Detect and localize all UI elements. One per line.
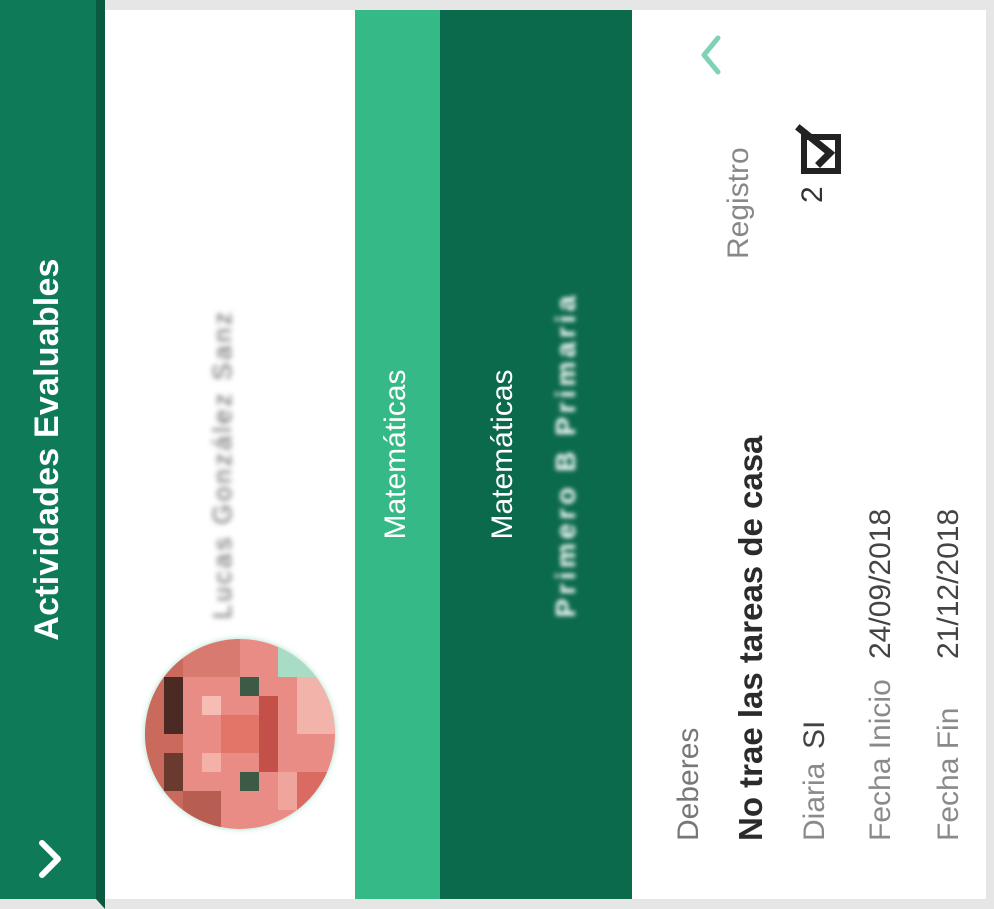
end-date-value: 21/12/2018 — [932, 508, 965, 659]
app-screen: Actividades Evaluables Lucas González Sa… — [0, 0, 994, 909]
frequency-label: Diaria — [798, 762, 831, 841]
student-name: Lucas González Sanz — [207, 309, 237, 619]
start-date-value: 24/09/2018 — [864, 508, 897, 659]
registro-label: Registro — [722, 147, 755, 259]
activity-title: No trae las tareas de casa — [732, 435, 769, 841]
avatar-image — [145, 639, 335, 829]
activity-subject: Matemáticas — [486, 369, 519, 540]
collapse-button[interactable] — [692, 30, 728, 80]
activity-details: Deberes Registro No trae las tareas de c… — [632, 0, 994, 909]
subject-tab-label: Matemáticas — [379, 369, 412, 540]
registro-count: 2 — [796, 186, 829, 203]
checkbox-check-icon — [795, 124, 841, 174]
page-title: Actividades Evaluables — [28, 258, 66, 641]
chevron-up-icon — [701, 35, 721, 75]
avatar — [145, 639, 335, 829]
activity-category: Deberes — [672, 727, 705, 841]
student-profile: Lucas González Sanz — [105, 0, 355, 909]
subject-tab[interactable]: Matemáticas — [355, 0, 440, 909]
end-date-label: Fecha Fin — [932, 707, 965, 841]
registro-button[interactable] — [792, 123, 846, 177]
frequency-value: SI — [798, 720, 831, 749]
start-date-label: Fecha Inicio — [864, 679, 897, 841]
activity-card-header: Matemáticas Primero B Primaria — [440, 0, 632, 909]
app-header: Actividades Evaluables — [0, 0, 105, 909]
activity-group: Primero B Primaria — [550, 291, 581, 618]
